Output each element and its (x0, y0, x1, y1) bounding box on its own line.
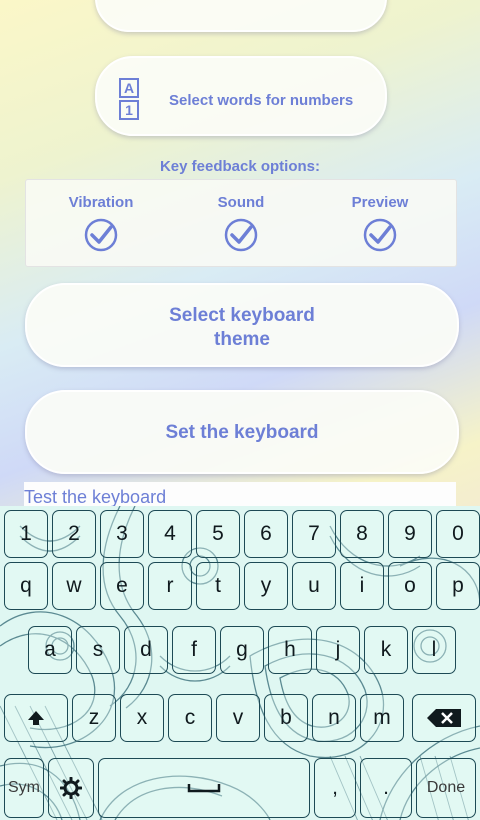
theme-label: Select keyboard theme (27, 285, 457, 352)
key-1[interactable]: 1 (4, 510, 48, 558)
key-z[interactable]: z (72, 694, 116, 742)
gear-icon (60, 777, 82, 799)
key-e[interactable]: e (100, 562, 144, 610)
key-8[interactable]: 8 (340, 510, 384, 558)
key-a[interactable]: a (28, 626, 72, 674)
vibration-label: Vibration (68, 194, 134, 211)
theme-label-line2: theme (214, 329, 270, 350)
key-5[interactable]: 5 (196, 510, 240, 558)
sound-option[interactable]: Sound (191, 194, 291, 257)
a1-icon: A 1 (119, 78, 139, 120)
keyboard: 1 2 3 4 5 6 7 8 9 0 q w e r t y u i o p a s d f g h j k l z x c v b n m Sym,… (0, 506, 480, 820)
backspace-key[interactable] (412, 694, 476, 742)
sound-checkbox[interactable] (224, 218, 258, 252)
key-w[interactable]: w (52, 562, 96, 610)
select-keyboard-theme-button[interactable]: Select keyboard theme (25, 283, 459, 367)
key-r[interactable]: r (148, 562, 192, 610)
shift-icon (28, 711, 44, 725)
select-words-for-numbers-button[interactable]: A 1 Select words for numbers (95, 56, 387, 136)
key-l[interactable]: l (412, 626, 456, 674)
comma-key[interactable]: , (314, 758, 356, 818)
key-f[interactable]: f (172, 626, 216, 674)
set-the-keyboard-button[interactable]: Set the keyboard (25, 390, 459, 474)
key-s[interactable]: s (76, 626, 120, 674)
preview-checkbox[interactable] (363, 218, 397, 252)
key-v[interactable]: v (216, 694, 260, 742)
feedback-options-panel: Vibration Sound Preview (25, 179, 457, 267)
preview-label: Preview (351, 194, 409, 211)
settings-key[interactable] (48, 758, 94, 818)
key-k[interactable]: k (364, 626, 408, 674)
vibration-checkbox[interactable] (84, 218, 118, 252)
key-b[interactable]: b (264, 694, 308, 742)
key-6[interactable]: 6 (244, 510, 288, 558)
key-n[interactable]: n (312, 694, 356, 742)
key-x[interactable]: x (120, 694, 164, 742)
key-y[interactable]: y (244, 562, 288, 610)
key-j[interactable]: j (316, 626, 360, 674)
key-c[interactable]: c (168, 694, 212, 742)
key-g[interactable]: g (220, 626, 264, 674)
top-option-button[interactable] (95, 0, 387, 32)
theme-label-line1: Select keyboard (169, 305, 315, 326)
key-0[interactable]: 0 (436, 510, 480, 558)
feedback-title: Key feedback options: (159, 158, 321, 175)
key-4[interactable]: 4 (148, 510, 192, 558)
key-p[interactable]: p (436, 562, 480, 610)
period-key[interactable]: . (360, 758, 412, 818)
set-keyboard-label: Set the keyboard (165, 422, 319, 443)
key-2[interactable]: 2 (52, 510, 96, 558)
done-key[interactable]: Done (416, 758, 476, 818)
sym-key[interactable]: Sym (4, 758, 44, 818)
key-o[interactable]: o (388, 562, 432, 610)
key-7[interactable]: 7 (292, 510, 336, 558)
key-m[interactable]: m (360, 694, 404, 742)
vibration-option[interactable]: Vibration (51, 194, 151, 257)
space-icon (187, 784, 221, 793)
backspace-icon (427, 709, 461, 727)
key-h[interactable]: h (268, 626, 312, 674)
key-3[interactable]: 3 (100, 510, 144, 558)
shift-key[interactable] (4, 694, 68, 742)
key-9[interactable]: 9 (388, 510, 432, 558)
key-q[interactable]: q (4, 562, 48, 610)
preview-option[interactable]: Preview (330, 194, 430, 257)
numbers-label: Select words for numbers (169, 92, 354, 109)
key-t[interactable]: t (196, 562, 240, 610)
key-i[interactable]: i (340, 562, 384, 610)
key-d[interactable]: d (124, 626, 168, 674)
key-u[interactable]: u (292, 562, 336, 610)
sound-label: Sound (217, 194, 265, 211)
space-key[interactable] (98, 758, 310, 818)
